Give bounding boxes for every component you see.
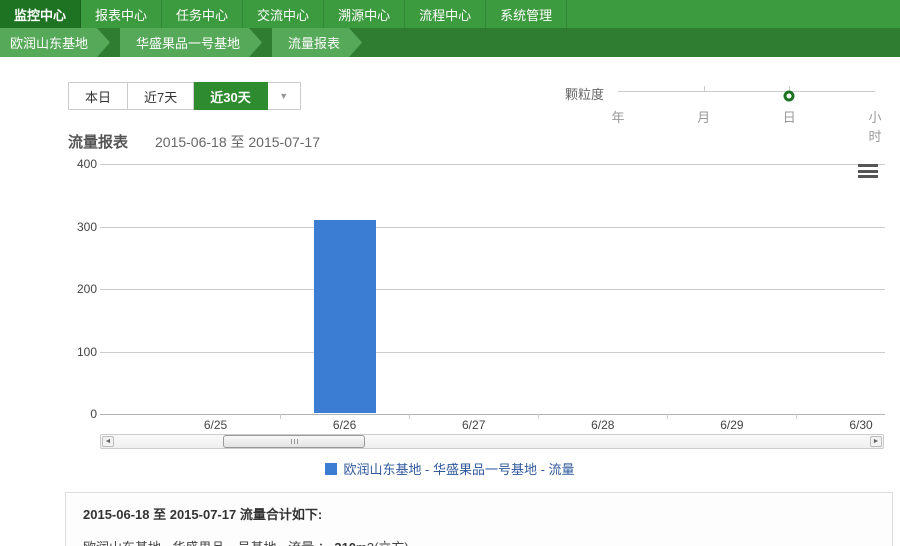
y-axis-label: 100 (57, 345, 97, 359)
x-axis-label: 6/29 (720, 418, 743, 432)
chart-gridline (100, 414, 885, 415)
granularity-slider-handle[interactable] (784, 91, 795, 102)
chart-gridline (100, 227, 885, 228)
x-axis-label: 6/30 (849, 418, 872, 432)
menu-bar (858, 170, 878, 173)
x-axis-label: 6/27 (462, 418, 485, 432)
x-axis-label: 6/26 (333, 418, 356, 432)
granularity-label: 颗粒度 (565, 84, 604, 103)
breadcrumb: 欧润山东基地 华盛果品一号基地 流量报表 (0, 28, 900, 57)
summary-heading: 2015-06-18 至 2015-07-17 流量合计如下: (83, 504, 875, 523)
legend-color-swatch (325, 463, 337, 475)
nav-item-report-center[interactable]: 报表中心 (81, 0, 162, 28)
legend-series-label: 欧润山东基地 - 华盛果品一号基地 - 流量 (343, 459, 574, 478)
y-axis-label: 0 (57, 407, 97, 421)
summary-total-value: 310 (334, 540, 356, 546)
chart-gridline (100, 289, 885, 290)
top-nav: 监控中心 报表中心 任务中心 交流中心 溯源中心 流程中心 系统管理 (0, 0, 900, 28)
chart-gridline (100, 352, 885, 353)
nav-item-traceability-center[interactable]: 溯源中心 (324, 0, 405, 28)
x-axis-tick (667, 414, 668, 419)
flow-bar-6/26[interactable] (314, 220, 376, 413)
summary-total-row: 欧润山东基地 - 华盛果品一号基地 - 流量 ： 310m3(立方) (83, 537, 875, 546)
slider-tick (704, 86, 705, 92)
scrollbar-thumb[interactable] (223, 435, 365, 448)
granularity-option-day[interactable]: 日 (783, 107, 796, 126)
range-button-7days[interactable]: 近7天 (128, 82, 194, 110)
x-axis-tick (409, 414, 410, 419)
summary-series-prefix: 欧润山东基地 - 华盛果品一号基地 - 流量 ： (83, 540, 334, 546)
chart-horizontal-scrollbar[interactable]: ◄ ► (100, 434, 884, 449)
y-axis-label: 300 (57, 220, 97, 234)
granularity-control: 颗粒度 年 月 日 小时 (560, 80, 890, 116)
granularity-option-month[interactable]: 月 (697, 107, 710, 126)
range-dropdown-button[interactable]: ▼ (268, 82, 301, 110)
chart-legend: 欧润山东基地 - 华盛果品一号基地 - 流量 (0, 459, 900, 478)
granularity-option-year[interactable]: 年 (611, 107, 624, 126)
scroll-left-button[interactable]: ◄ (102, 436, 114, 447)
range-button-today[interactable]: 本日 (68, 82, 128, 110)
granularity-slider-track[interactable]: 年 月 日 小时 (618, 91, 875, 92)
chevron-down-icon: ▼ (279, 91, 288, 101)
flow-summary-box: 2015-06-18 至 2015-07-17 流量合计如下: 欧润山东基地 -… (65, 492, 893, 546)
chart-menu-icon[interactable] (858, 164, 878, 178)
range-button-30days[interactable]: 近30天 (194, 82, 267, 110)
breadcrumb-item-sub-base[interactable]: 华盛果品一号基地 (120, 28, 262, 57)
nav-item-process-center[interactable]: 流程中心 (405, 0, 486, 28)
y-axis-label: 400 (57, 157, 97, 171)
nav-item-monitor-center[interactable]: 监控中心 (0, 0, 81, 28)
x-axis-tick (538, 414, 539, 419)
flow-report-page: 监控中心 报表中心 任务中心 交流中心 溯源中心 流程中心 系统管理 欧润山东基… (0, 0, 900, 546)
scroll-right-button[interactable]: ► (870, 436, 882, 447)
y-axis-label: 200 (57, 282, 97, 296)
x-axis-tick (280, 414, 281, 419)
nav-item-system-management[interactable]: 系统管理 (486, 0, 567, 28)
summary-unit: m3(立方) (356, 540, 409, 546)
menu-bar (858, 164, 878, 167)
time-range-button-group: 本日 近7天 近30天 ▼ (68, 82, 301, 110)
x-axis-label: 6/25 (204, 418, 227, 432)
page-title: 流量报表 (68, 131, 128, 152)
breadcrumb-item-flow-report[interactable]: 流量报表 (272, 28, 362, 57)
nav-item-task-center[interactable]: 任务中心 (162, 0, 243, 28)
menu-bar (858, 175, 878, 178)
x-axis-tick (796, 414, 797, 419)
chart-gridline (100, 164, 885, 165)
nav-item-communication-center[interactable]: 交流中心 (243, 0, 324, 28)
report-date-range: 2015-06-18 至 2015-07-17 (155, 132, 320, 152)
x-axis-label: 6/28 (591, 418, 614, 432)
breadcrumb-item-base[interactable]: 欧润山东基地 (0, 28, 110, 57)
granularity-option-hour[interactable]: 小时 (868, 107, 881, 145)
